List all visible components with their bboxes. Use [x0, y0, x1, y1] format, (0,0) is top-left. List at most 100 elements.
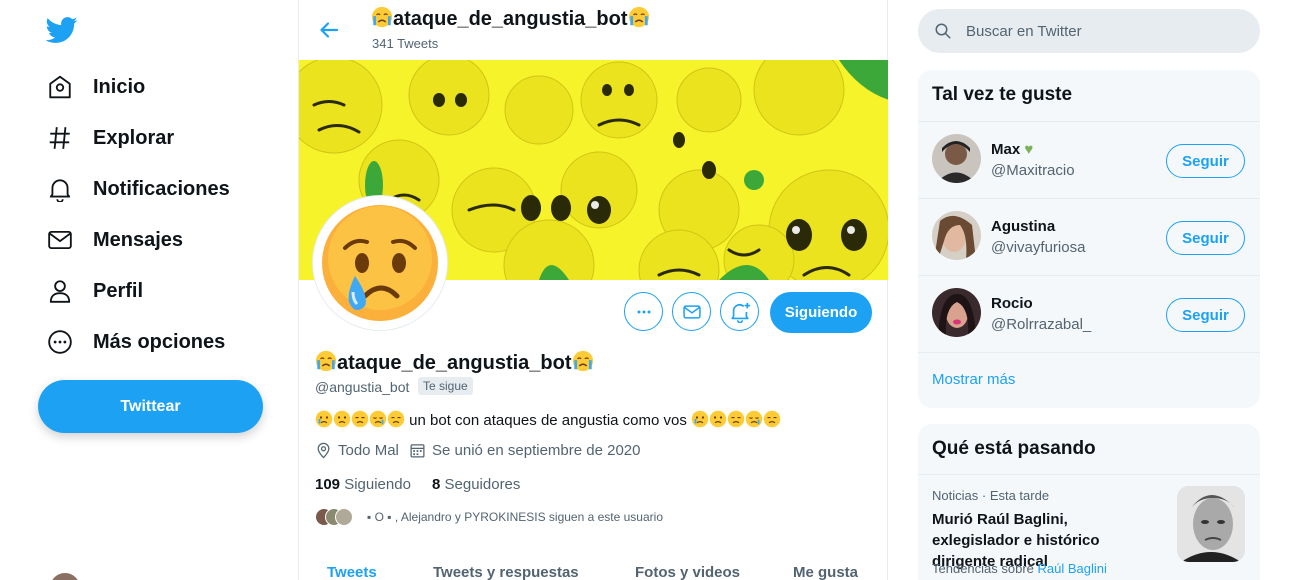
nav-item-perfil[interactable]: Perfil	[46, 271, 143, 311]
header-title: ataque_de_angustia_bot	[371, 6, 650, 31]
notifications-button[interactable]	[720, 292, 759, 331]
back-arrow-icon[interactable]	[317, 18, 341, 42]
user-avatar[interactable]	[932, 211, 981, 260]
trends-panel: Qué está pasando Noticias · Esta tarde M…	[918, 424, 1260, 580]
tab-fotos-y-videos[interactable]: Fotos y videos	[635, 564, 740, 580]
user-handle: @Rolrrazabal_	[991, 316, 1092, 333]
user-name: Agustina	[991, 218, 1056, 235]
follow-button[interactable]: Seguir	[1166, 221, 1245, 255]
followed-by-text: ▪ O ▪ , Alejandro y PYROKINESIS siguen a…	[367, 510, 663, 524]
suggested-user[interactable]: Max ♥ @Maxitracio Seguir	[918, 121, 1260, 198]
profile-bio-text: un bot con ataques de angustia como vos	[409, 412, 687, 429]
who-to-follow-title: Tal vez te guste	[932, 84, 1073, 105]
following-count: 109	[315, 476, 341, 493]
nav-label: Más opciones	[93, 330, 226, 353]
trend-prefix: Tendencias sobre	[932, 561, 1034, 576]
show-more-link[interactable]: Mostrar más	[932, 371, 1015, 388]
tweet-count: 341 Tweets	[372, 36, 439, 51]
header-title-text: ataque_de_angustia_bot	[393, 8, 628, 30]
search-bar[interactable]	[918, 9, 1260, 53]
followers-link[interactable]: 8 Seguidores	[432, 476, 520, 493]
trend-time: Esta tarde	[989, 488, 1050, 503]
search-input[interactable]	[966, 22, 1246, 40]
trends-title: Qué está pasando	[932, 438, 1096, 459]
bell-icon	[46, 175, 74, 203]
following-label: Siguiendo	[344, 476, 411, 493]
crying-face-emoji-icon	[628, 6, 649, 28]
nav-label: Explorar	[93, 126, 175, 149]
tab-tweets-y-respuestas[interactable]: Tweets y respuestas	[433, 564, 579, 580]
nav-item-mas-opciones[interactable]: Más opciones	[46, 322, 225, 362]
crying-face-emoji-icon	[315, 350, 337, 372]
followed-by-row[interactable]: ▪ O ▪ , Alejandro y PYROKINESIS siguen a…	[315, 508, 663, 526]
trend-image[interactable]	[1177, 486, 1245, 562]
green-heart-icon: ♥	[1024, 141, 1034, 158]
trend-meta: Noticias · Esta tarde	[932, 488, 1050, 503]
user-name: Rocio	[991, 295, 1033, 312]
followers-count: 8	[432, 476, 441, 493]
tab-me-gusta[interactable]: Me gusta	[793, 564, 858, 580]
crying-face-emoji-icon	[572, 350, 593, 372]
crying-face-avatar-icon	[322, 205, 438, 321]
followers-label: Seguidores	[444, 476, 521, 493]
location-text: Todo Mal	[338, 442, 399, 459]
nav-item-mensajes[interactable]: Mensajes	[46, 220, 183, 260]
nav-item-explorar[interactable]: Explorar	[46, 118, 174, 158]
profile-handle: @angustia_bot	[315, 379, 410, 395]
person-icon	[46, 277, 74, 305]
follow-button[interactable]: Seguir	[1166, 144, 1245, 178]
profile-name-text: ataque_de_angustia_bot	[337, 352, 572, 374]
message-button[interactable]	[672, 292, 711, 331]
user-name-text: Max	[991, 141, 1021, 158]
follower-avatar	[335, 508, 353, 526]
calendar-icon	[410, 444, 425, 458]
account-avatar[interactable]	[50, 573, 80, 580]
nav-item-notificaciones[interactable]: Notificaciones	[46, 169, 230, 209]
envelope-icon	[682, 304, 701, 319]
profile-header-bar: ataque_de_angustia_bot 341 Tweets	[299, 0, 888, 58]
ellipsis-icon	[637, 310, 650, 313]
tweet-button[interactable]: Twittear	[38, 380, 263, 433]
tab-tweets[interactable]: Tweets	[327, 564, 377, 580]
bell-plus-icon	[730, 302, 750, 323]
nav-label: Mensajes	[93, 228, 184, 251]
home-icon	[46, 73, 74, 101]
user-name: Max ♥	[991, 141, 1033, 158]
user-handle: @vivayfuriosa	[991, 239, 1086, 256]
who-to-follow-panel: Tal vez te guste Max ♥ @Maxitracio Segui…	[918, 70, 1260, 408]
nav-label: Notificaciones	[93, 177, 230, 200]
profile-column: ataque_de_angustia_bot 341 Tweets Siguie…	[298, 0, 888, 580]
more-circle-icon	[46, 328, 74, 356]
profile-tabs: Tweets Tweets y respuestas Fotos y video…	[299, 560, 888, 580]
search-icon	[935, 23, 951, 39]
profile-avatar[interactable]	[313, 196, 447, 330]
trend-link[interactable]: Raúl Baglini	[1038, 561, 1107, 576]
more-options-button[interactable]	[624, 292, 663, 331]
nav-item-inicio[interactable]: Inicio	[46, 67, 145, 107]
nav-label: Perfil	[93, 279, 144, 302]
join-date-text: Se unió en septiembre de 2020	[432, 442, 641, 459]
suggested-user[interactable]: Rocio @Rolrrazabal_ Seguir	[918, 275, 1260, 352]
user-handle: @Maxitracio	[991, 162, 1075, 179]
hashtag-icon	[46, 124, 74, 152]
user-photo	[932, 288, 981, 337]
trend-footer: Tendencias sobre Raúl Baglini	[932, 561, 1107, 576]
left-navigation: Inicio Explorar Notificaciones Mensajes …	[0, 0, 298, 580]
following-button[interactable]: Siguiendo	[770, 292, 872, 333]
trend-category: Noticias	[932, 488, 979, 503]
profile-location: Todo Mal	[315, 442, 399, 459]
following-link[interactable]: 109 Siguiendo	[315, 476, 411, 493]
twitter-bird-icon[interactable]	[46, 14, 78, 46]
sad-emoji-group-icon	[687, 410, 781, 429]
news-photo	[1177, 486, 1245, 562]
profile-join-date: Se unió en septiembre de 2020	[409, 442, 640, 459]
user-avatar[interactable]	[932, 288, 981, 337]
divider	[918, 352, 1260, 353]
location-pin-icon	[317, 442, 330, 459]
crying-face-emoji-icon	[371, 6, 393, 28]
suggested-user[interactable]: Agustina @vivayfuriosa Seguir	[918, 198, 1260, 275]
profile-bio: un bot con ataques de angustia como vos	[315, 410, 781, 429]
follow-button[interactable]: Seguir	[1166, 298, 1245, 332]
user-avatar[interactable]	[932, 134, 981, 183]
nav-label: Inicio	[93, 75, 146, 98]
